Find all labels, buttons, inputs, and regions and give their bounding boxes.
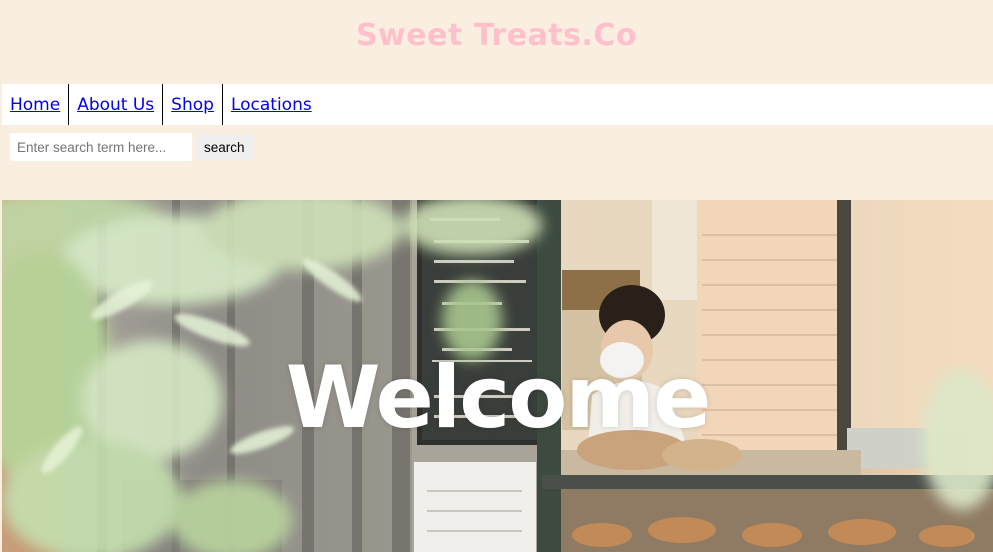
search-bar: search — [10, 133, 253, 161]
search-button[interactable]: search — [196, 134, 253, 160]
hero-banner: Welcome — [2, 200, 993, 552]
nav-link-locations[interactable]: Locations — [221, 84, 320, 125]
hero-heading: Welcome — [285, 348, 712, 448]
search-input[interactable] — [10, 133, 192, 161]
nav-link-shop[interactable]: Shop — [162, 84, 222, 125]
main-nav: Home About Us Shop Locations — [2, 84, 993, 125]
nav-link-about-us[interactable]: About Us — [68, 84, 162, 125]
site-header: Sweet Treats.Co — [0, 0, 993, 84]
site-title: Sweet Treats.Co — [355, 17, 638, 53]
nav-link-home[interactable]: Home — [2, 84, 68, 125]
